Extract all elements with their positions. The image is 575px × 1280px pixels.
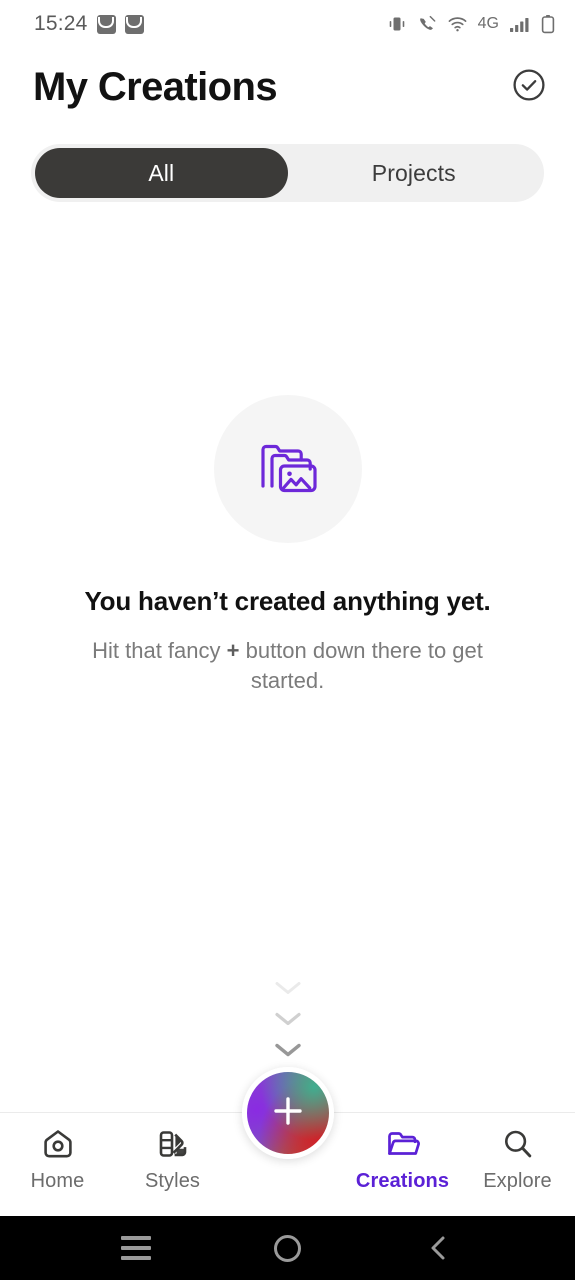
home-circle-icon[interactable] bbox=[255, 1224, 319, 1272]
empty-subtitle-part-1: Hit that fancy bbox=[92, 638, 227, 663]
home-circle-shape bbox=[273, 1234, 301, 1262]
tab-projects[interactable]: Projects bbox=[288, 148, 541, 198]
color-palette-icon bbox=[154, 1125, 192, 1163]
home-camera-icon bbox=[39, 1125, 77, 1163]
empty-subtitle-part-2: button down there to get started. bbox=[239, 638, 483, 693]
hamburger-lines bbox=[120, 1236, 151, 1260]
back-chevron-icon[interactable] bbox=[407, 1224, 471, 1272]
battery-icon bbox=[541, 14, 555, 34]
call-mute-icon bbox=[417, 14, 437, 34]
nav-label-home: Home bbox=[30, 1170, 85, 1192]
empty-state-subtitle: Hit that fancy + button down there to ge… bbox=[58, 636, 518, 696]
filter-tabs-container: All Projects bbox=[0, 126, 575, 202]
status-clock: 15:24 bbox=[34, 12, 88, 35]
empty-state: You haven’t created anything yet. Hit th… bbox=[0, 395, 575, 696]
vibrate-icon bbox=[387, 14, 407, 34]
bottom-navigation-bar: Home Styles Creations Explore bbox=[0, 1067, 575, 1216]
nav-label-explore: Explore bbox=[483, 1170, 552, 1192]
nav-item-creations[interactable]: Creations bbox=[345, 1113, 460, 1193]
phone-screen: 15:24 4G My Creations All Projects You h… bbox=[0, 0, 575, 1280]
chevron-down-icon bbox=[273, 979, 303, 1002]
select-mode-button[interactable] bbox=[509, 67, 549, 107]
empty-state-icon-circle bbox=[213, 395, 362, 543]
folder-image-stack-icon bbox=[249, 428, 327, 511]
wifi-icon bbox=[447, 14, 468, 34]
recents-menu-icon[interactable] bbox=[104, 1224, 168, 1272]
nav-item-explore[interactable]: Explore bbox=[460, 1113, 575, 1193]
status-bar-left: 15:24 bbox=[34, 12, 144, 36]
nav-item-home[interactable]: Home bbox=[0, 1113, 115, 1193]
android-system-nav-bar bbox=[0, 1216, 575, 1280]
mail-icon bbox=[124, 14, 144, 34]
nav-item-styles[interactable]: Styles bbox=[115, 1113, 230, 1193]
folder-open-icon bbox=[384, 1125, 422, 1163]
page-title: My Creations bbox=[33, 65, 278, 109]
app-header: My Creations bbox=[0, 48, 575, 126]
tab-all[interactable]: All bbox=[35, 148, 288, 198]
plus-icon bbox=[266, 1089, 310, 1138]
nav-label-styles: Styles bbox=[144, 1170, 201, 1192]
creations-content-area: You haven’t created anything yet. Hit th… bbox=[0, 202, 575, 1112]
check-circle-icon bbox=[511, 67, 547, 108]
status-bar: 15:24 4G bbox=[0, 0, 575, 48]
plus-inline-glyph: + bbox=[226, 638, 240, 663]
network-type-label: 4G bbox=[477, 15, 499, 32]
create-new-fab[interactable] bbox=[241, 1067, 334, 1159]
segmented-control: All Projects bbox=[31, 144, 544, 202]
mail-icon bbox=[96, 14, 116, 34]
search-icon bbox=[499, 1125, 537, 1163]
status-bar-right: 4G bbox=[387, 14, 555, 34]
nav-label-creations: Creations bbox=[355, 1170, 450, 1192]
empty-state-title: You haven’t created anything yet. bbox=[84, 586, 491, 616]
chevron-down-icon bbox=[273, 1041, 303, 1064]
chevron-down-icon bbox=[273, 1010, 303, 1033]
signal-bars-icon bbox=[509, 15, 531, 33]
